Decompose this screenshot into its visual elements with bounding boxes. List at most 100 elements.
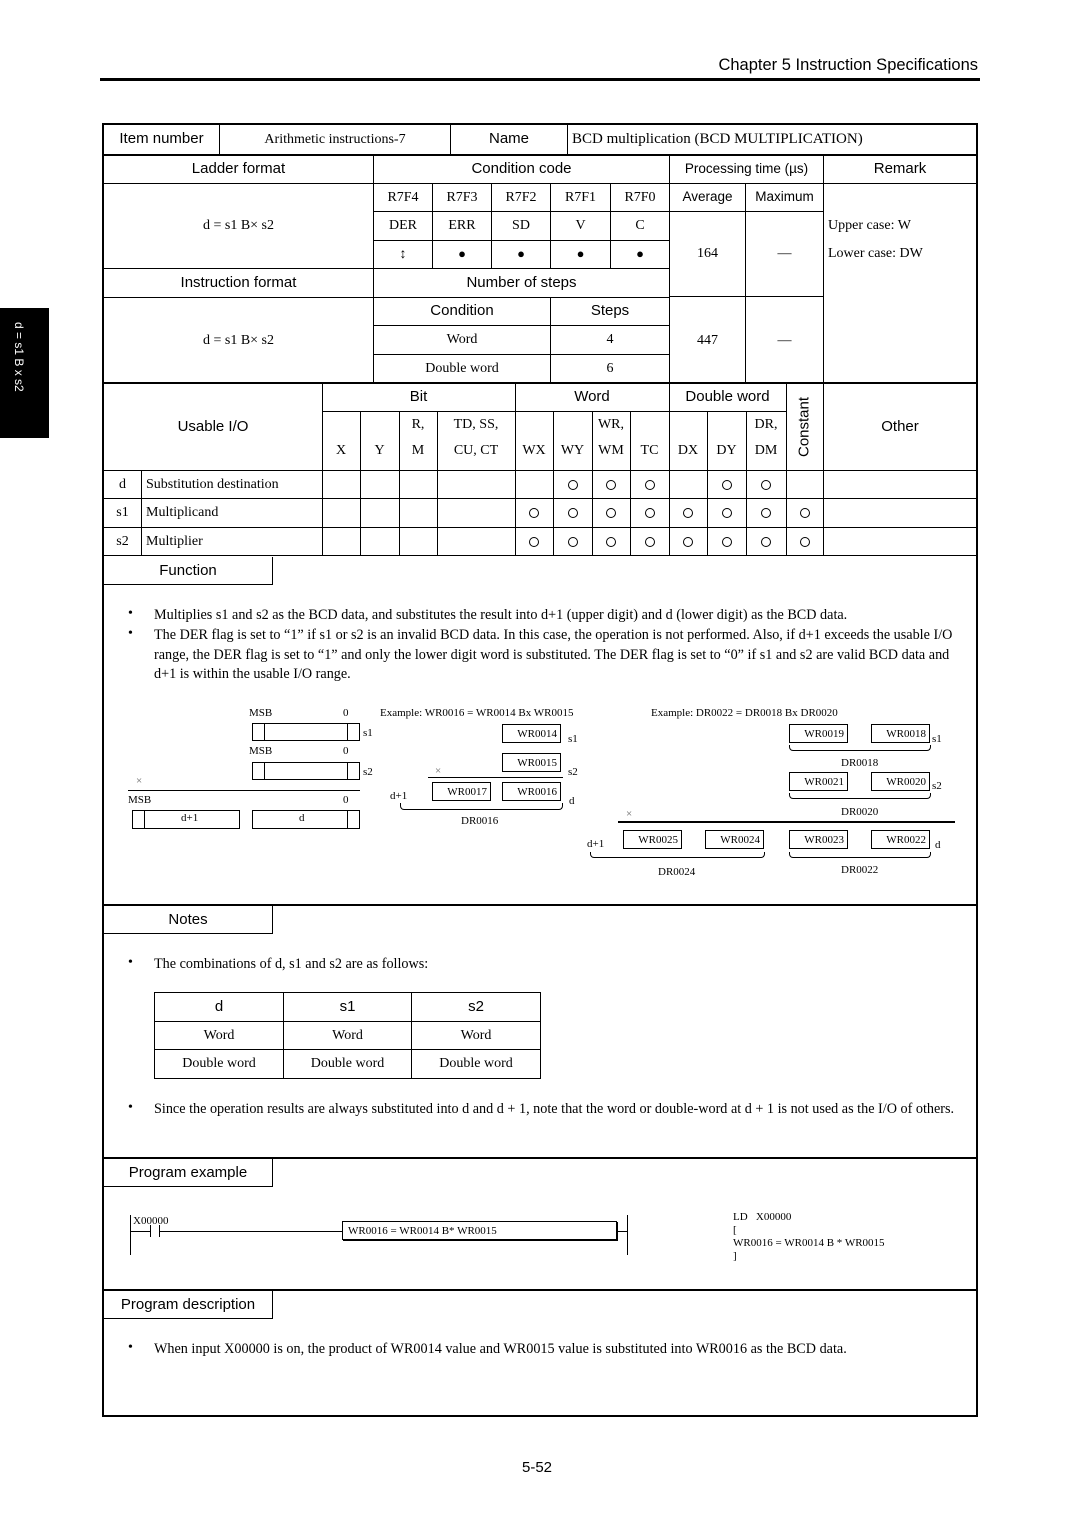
io-column-header-top: TD, SS, bbox=[453, 417, 499, 433]
register-cell: R7F3 bbox=[446, 189, 478, 205]
ex2-dr-low: DR0022 bbox=[841, 864, 879, 876]
ex2-s1-low-box: WR0018 bbox=[871, 724, 930, 743]
io-column-header: TC bbox=[640, 443, 659, 459]
diagram-times-1: × bbox=[136, 775, 143, 787]
name-label: Name bbox=[488, 130, 529, 148]
diagram-d1-label: d+1 bbox=[181, 812, 199, 824]
circle-mark-icon bbox=[567, 479, 578, 490]
combo-header-d: d bbox=[214, 997, 224, 1015]
max-time-word: — bbox=[777, 246, 792, 262]
circle-mark-icon bbox=[721, 536, 732, 547]
flag-state-cell: ● bbox=[636, 246, 644, 262]
io-usable-cell bbox=[592, 499, 630, 526]
ex1-s2-label: s2 bbox=[568, 766, 578, 778]
mnemonic-line-4: ] bbox=[733, 1250, 737, 1262]
bullet-icon: • bbox=[128, 955, 133, 970]
circle-mark-icon bbox=[721, 479, 732, 490]
ex2-s2-label: s2 bbox=[932, 780, 942, 792]
ex2-s1-brace bbox=[789, 745, 931, 751]
flag-cell: DER bbox=[389, 218, 417, 234]
io-column-header-top: R, bbox=[411, 417, 425, 433]
io-usable-cell bbox=[515, 499, 553, 526]
io-column-header-top bbox=[630, 412, 669, 438]
io-usable-cell bbox=[707, 499, 746, 526]
bullet-icon: • bbox=[128, 606, 133, 621]
maximum-label: Maximum bbox=[755, 189, 814, 205]
io-column-header-top bbox=[669, 412, 707, 438]
io-column-header: X bbox=[335, 443, 347, 459]
notes-section-header: Notes bbox=[104, 906, 273, 934]
ex2-s1-label: s1 bbox=[932, 733, 942, 745]
result-low-box: d bbox=[252, 810, 360, 829]
circle-mark-icon bbox=[567, 536, 578, 547]
ex1-d-high-box: WR0017 bbox=[432, 782, 491, 801]
divider bbox=[567, 125, 568, 154]
io-usable-cell bbox=[786, 528, 824, 555]
io-usable-cell bbox=[630, 499, 669, 526]
circle-mark-icon bbox=[606, 479, 616, 490]
io-column-header: CU, CT bbox=[453, 443, 499, 459]
diagram-zero-1: 0 bbox=[343, 707, 349, 719]
io-column-header: WX bbox=[522, 443, 546, 459]
s1-register-box bbox=[252, 723, 360, 741]
io-usable-cell bbox=[669, 499, 707, 526]
io-usable-cell bbox=[746, 499, 786, 526]
io-usable-cell bbox=[630, 528, 669, 555]
ex2-r1-box: WR0025 bbox=[623, 830, 682, 849]
number-of-steps-label: Number of steps bbox=[466, 273, 577, 291]
io-usable-cell bbox=[592, 471, 630, 498]
io-usable-cell bbox=[553, 499, 592, 526]
rung-wire bbox=[130, 1231, 342, 1232]
io-column-header-top bbox=[322, 412, 360, 438]
flag-state-cell: ● bbox=[517, 246, 525, 262]
ex2-s2-dr: DR0020 bbox=[841, 806, 879, 818]
ex1-d-low-box: WR0016 bbox=[502, 782, 561, 801]
io-usable-cell bbox=[592, 528, 630, 555]
instruction-format-value: d = s1 B× s2 bbox=[202, 332, 275, 348]
ex1-s1-box: WR0014 bbox=[502, 724, 561, 743]
notes-bullet-2: Since the operation results are always s… bbox=[154, 1101, 955, 1117]
chapter-title: Chapter 5 Instruction Specifications bbox=[718, 56, 978, 74]
program-example-section-header: Program example bbox=[104, 1159, 273, 1187]
io-row-name: Multiplier bbox=[146, 533, 203, 549]
io-usable-cell bbox=[707, 528, 746, 555]
ex1-d-label: d bbox=[569, 795, 575, 807]
steps-word-value: 4 bbox=[606, 332, 614, 348]
io-usable-cell bbox=[669, 528, 707, 555]
diagram-d-label: d bbox=[299, 812, 305, 824]
io-constant-label: Constant bbox=[795, 396, 813, 458]
diagram-msb-3: MSB bbox=[128, 794, 152, 806]
remark-lower: Lower case: DW bbox=[828, 246, 923, 261]
io-column-header: DM bbox=[754, 443, 778, 459]
mnemonic-line-3: WR0016 = WR0014 B * WR0015 bbox=[733, 1237, 885, 1249]
example2-title: Example: DR0022 = DR0018 Bx DR0020 bbox=[651, 707, 838, 719]
s2-register-box bbox=[252, 762, 360, 780]
ex2-times: × bbox=[626, 808, 633, 820]
ex2-d-label: d bbox=[935, 839, 941, 851]
divider bbox=[219, 125, 220, 154]
flag-cell: SD bbox=[512, 218, 530, 234]
ex2-hi-brace bbox=[590, 852, 765, 858]
diagram-msb-1: MSB bbox=[249, 707, 273, 719]
circle-mark-icon bbox=[683, 536, 693, 547]
circle-mark-icon bbox=[800, 536, 810, 547]
diagram-zero-2: 0 bbox=[343, 745, 349, 757]
ex2-lo-brace bbox=[789, 852, 931, 858]
io-usable-cell bbox=[553, 528, 592, 555]
page-number: 5-52 bbox=[522, 1459, 553, 1476]
io-usable-cell bbox=[746, 528, 786, 555]
divider bbox=[670, 296, 823, 297]
ex2-r4-box: WR0022 bbox=[871, 830, 930, 849]
ex2-s1-dr: DR0018 bbox=[841, 757, 879, 769]
combo-cell: Word bbox=[460, 1027, 492, 1043]
io-row-name: Substitution destination bbox=[146, 476, 279, 492]
mnemonic-line-2: [ bbox=[733, 1224, 737, 1236]
divider bbox=[823, 156, 824, 383]
condition-label: Condition bbox=[430, 302, 494, 320]
io-other-label: Other bbox=[881, 417, 919, 435]
io-usable-cell bbox=[553, 471, 592, 498]
circle-mark-icon bbox=[761, 479, 771, 490]
item-number-label: Item number bbox=[119, 130, 204, 148]
io-usable-cell bbox=[630, 471, 669, 498]
function-section-header: Function bbox=[104, 557, 273, 585]
